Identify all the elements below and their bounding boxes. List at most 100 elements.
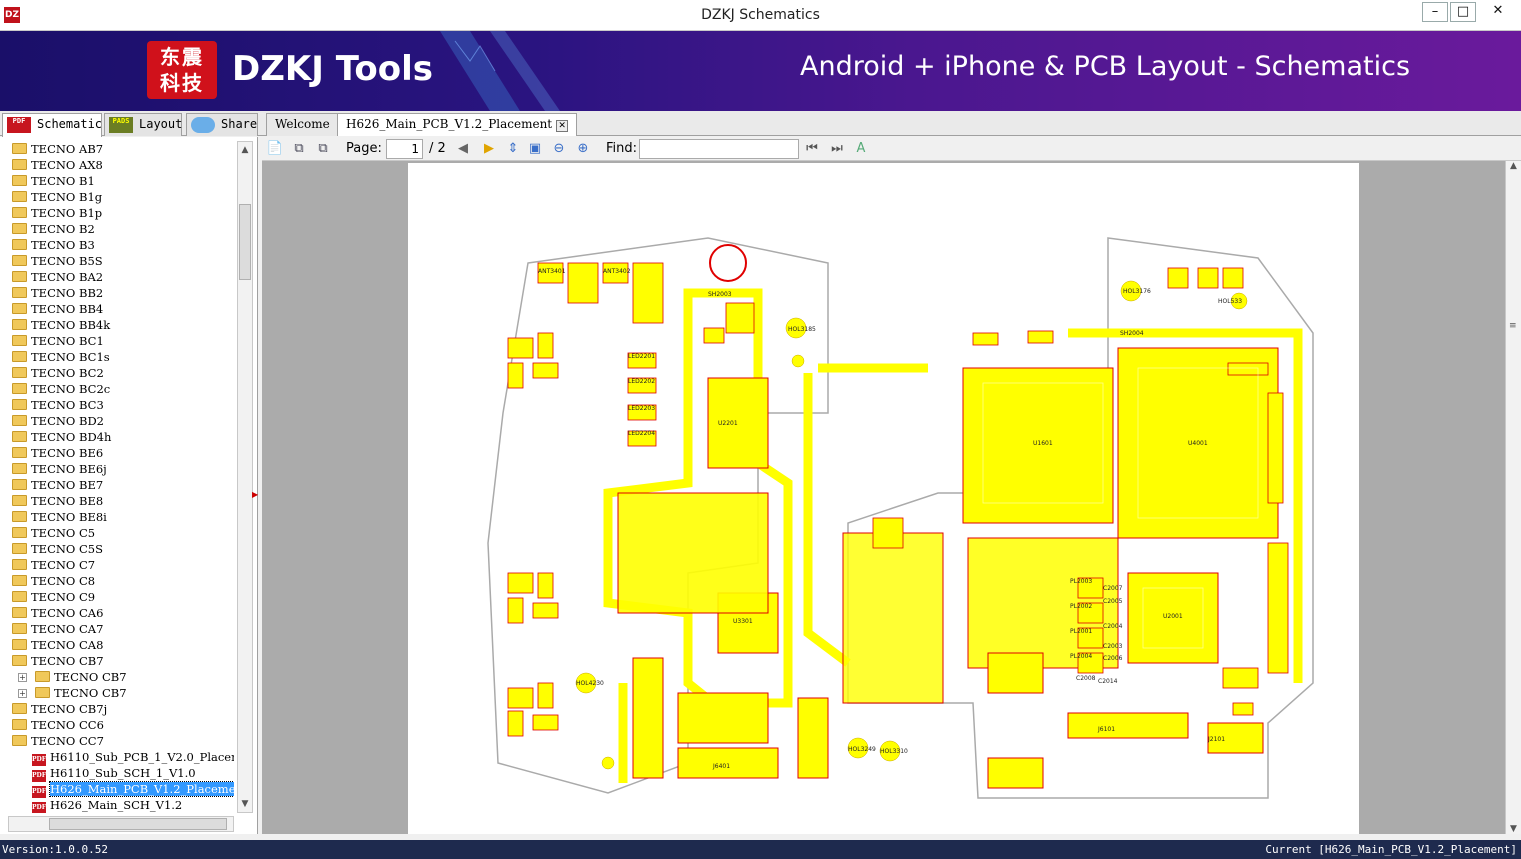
tree-vertical-scrollbar[interactable]: ▲ ▼ [237,141,253,813]
tree-item[interactable]: PDF H626_Main_SCH_V1.2 [4,797,234,813]
tree-item[interactable]: TECNO BB4 [4,301,234,317]
tree-item[interactable]: TECNO BD4h [4,429,234,445]
file-tree[interactable]: TECNO AB7 TECNO AX8 TECNO B1 TECNO B1g TECNO… [4,141,234,813]
tree-item[interactable]: TECNO B3 [4,237,234,253]
tree-item[interactable]: TECNO B5S [4,253,234,269]
find-next-icon[interactable]: ⏭ [828,140,846,158]
tab-share[interactable]: Share [186,113,258,136]
pdf-icon: PDF [7,117,31,133]
scroll-up-icon[interactable]: ▲ [238,142,252,158]
close-button[interactable]: ✕ [1478,2,1518,22]
tab-schematic[interactable]: PDF Schematic [2,113,102,137]
tree-item-label: TECNO BC2 [31,366,104,380]
tree-item[interactable]: TECNO C7 [4,557,234,573]
next-page-icon[interactable]: ▶ [480,140,498,158]
tree-item[interactable]: TECNO BC3 [4,397,234,413]
expand-icon[interactable]: + [18,689,27,698]
minimize-button[interactable]: – [1422,2,1448,22]
fit-width-icon[interactable]: ⇕ [504,140,522,158]
tree-item[interactable]: PDFH6110_Sub_PCB_1_V2.0_Placement [4,749,234,766]
folder-icon [12,559,27,570]
scroll-down-icon[interactable]: ▼ [238,796,252,812]
tree-item[interactable]: TECNO BE6j [4,461,234,477]
tree-item[interactable]: TECNO BC1 [4,333,234,349]
pcb-component-label: PL2002 [1070,603,1092,610]
pcb-page[interactable]: SH2003 SH2004 U2201 U3301 U4001 U2001 U1601 J64… [408,163,1359,834]
tree-item[interactable]: TECNO C9 [4,589,234,605]
tree-item[interactable]: TECNO B1g [4,189,234,205]
tree-item-label: TECNO C7 [31,558,96,572]
pcb-component-label: C2003 [1103,643,1123,650]
tree-item[interactable]: PDF H6110_Sub_SCH_1_V1.0 [4,765,234,782]
tree-item[interactable]: TECNO CA8 [4,637,234,653]
tree-item[interactable]: TECNO BE8 [4,493,234,509]
tree-item[interactable]: TECNO CA6 [4,605,234,621]
tree-item-label: TECNO BB2 [31,286,104,300]
tab-layout[interactable]: PADS Layout [104,113,182,136]
close-tab-icon[interactable]: ✕ [556,120,569,132]
open-icon[interactable]: 📄 [266,140,284,158]
tree-item[interactable]: TECNO CC7 [4,733,234,749]
tree-item[interactable]: TECNO CC6 [4,717,234,733]
tree-item[interactable]: TECNO B1 [4,173,234,189]
find-input[interactable] [639,139,799,159]
folder-icon [12,511,27,522]
copy-icon[interactable]: ⧉ [290,140,308,158]
folder-icon [35,687,50,698]
tree-item[interactable]: TECNO B2 [4,221,234,237]
pages-icon[interactable]: ⧉ [314,140,332,158]
highlight-icon[interactable]: A [852,140,870,158]
viewer-vertical-scrollbar[interactable]: ▲ ≡ ▼ [1505,161,1521,834]
tree-item[interactable]: TECNO BA2 [4,269,234,285]
scroll-thumb[interactable] [239,204,251,280]
tree-item-label: TECNO BD2 [31,414,104,428]
tree-item[interactable]: PDF H626_Main_PCB_V1.2_Placement [4,781,234,798]
tab-document[interactable]: H626_Main_PCB_V1.2_Placement ✕ [337,113,578,136]
tree-item[interactable]: TECNO B1p [4,205,234,221]
tree-item-label: TECNO B1 [31,174,95,188]
zoom-out-icon[interactable]: ⊖ [550,140,568,158]
tree-item[interactable]: + TECNO CB7 [4,685,234,701]
hscroll-thumb[interactable] [49,818,227,830]
find-prev-icon[interactable]: ⏮ [803,140,821,158]
tree-item[interactable]: + TECNO CB7 [4,669,234,685]
tree-item[interactable]: TECNO CB7j [4,701,234,717]
fit-page-icon[interactable]: ▣ [526,140,544,158]
folder-icon [12,335,27,346]
tree-item[interactable]: TECNO BC1s [4,349,234,365]
tree-item-label: TECNO CA7 [31,622,104,636]
tree-item[interactable]: TECNO BC2 [4,365,234,381]
tree-item[interactable]: TECNO C8 [4,573,234,589]
zoom-in-icon[interactable]: ⊕ [574,140,592,158]
tree-item[interactable]: TECNO BE7 [4,477,234,493]
tree-item[interactable]: TECNO CB7 [4,653,234,669]
tree-item[interactable]: TECNO AX8 [4,157,234,173]
expand-icon[interactable]: + [18,673,27,682]
window-title: DZKJ Schematics [701,7,820,23]
tree-item-label: TECNO BC1 [31,334,104,348]
viewer-scroll-up-icon[interactable]: ▲ [1506,161,1521,171]
pcb-component-label: J6401 [712,763,730,770]
tree-item[interactable]: TECNO C5S [4,541,234,557]
tree-item-label: TECNO AX8 [31,158,103,172]
tree-item[interactable]: TECNO CA7 [4,621,234,637]
tree-item-label: TECNO CB7 [31,654,104,668]
viewer-scroll-down-icon[interactable]: ▼ [1506,824,1521,834]
prev-page-icon[interactable]: ◀ [454,140,472,158]
folder-icon [12,255,27,266]
viewer-toolbar: 📄 ⧉ ⧉ Page: 1 / 2 ◀ ▶ ⇕ ▣ ⊖ ⊕ Find: ⏮ ⏭ … [262,137,1521,161]
tree-horizontal-scrollbar[interactable] [8,816,234,832]
tree-item[interactable]: TECNO BB4k [4,317,234,333]
page-number-input[interactable]: 1 [386,139,423,159]
maximize-button[interactable]: □ [1450,2,1476,22]
tab-welcome[interactable]: Welcome [266,113,339,136]
tree-item[interactable]: TECNO BC2c [4,381,234,397]
viewer-scroll-grip-icon[interactable]: ≡ [1509,321,1517,331]
tree-item[interactable]: TECNO BE8i [4,509,234,525]
panel-splitter[interactable]: ▶ [252,490,258,500]
tree-item[interactable]: TECNO AB7 [4,141,234,157]
tree-item[interactable]: TECNO BE6 [4,445,234,461]
tree-item[interactable]: TECNO C5 [4,525,234,541]
tree-item[interactable]: TECNO BB2 [4,285,234,301]
tree-item[interactable]: TECNO BD2 [4,413,234,429]
